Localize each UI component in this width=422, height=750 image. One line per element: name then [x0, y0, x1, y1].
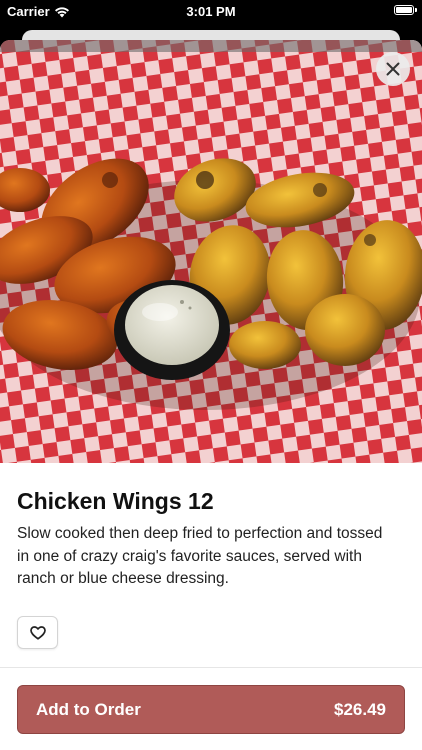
item-price: $26.49: [334, 699, 386, 719]
battery-icon: [394, 5, 417, 15]
heart-icon: [29, 625, 46, 640]
add-to-order-label: Add to Order: [36, 699, 141, 719]
favorite-button[interactable]: [17, 616, 58, 649]
item-photo: [0, 40, 422, 463]
item-title: Chicken Wings 12: [17, 488, 214, 514]
add-to-order-button[interactable]: Add to Order $26.49: [17, 685, 405, 734]
status-time: 3:01 PM: [186, 4, 236, 19]
status-bar: Carrier 3:01 PM: [0, 0, 422, 22]
battery-level: [396, 7, 412, 13]
item-description: Slow cooked then deep fried to perfectio…: [17, 525, 383, 587]
item-detail-sheet: Chicken Wings 12 Slow cooked then deep f…: [0, 40, 422, 750]
phone-screen: Carrier 3:01 PM Chicken Wings 12 Slow co…: [0, 0, 422, 750]
chicken-wings-photo: [0, 40, 422, 463]
close-icon: [386, 62, 400, 76]
close-button[interactable]: [376, 52, 410, 86]
divider: [0, 667, 422, 668]
